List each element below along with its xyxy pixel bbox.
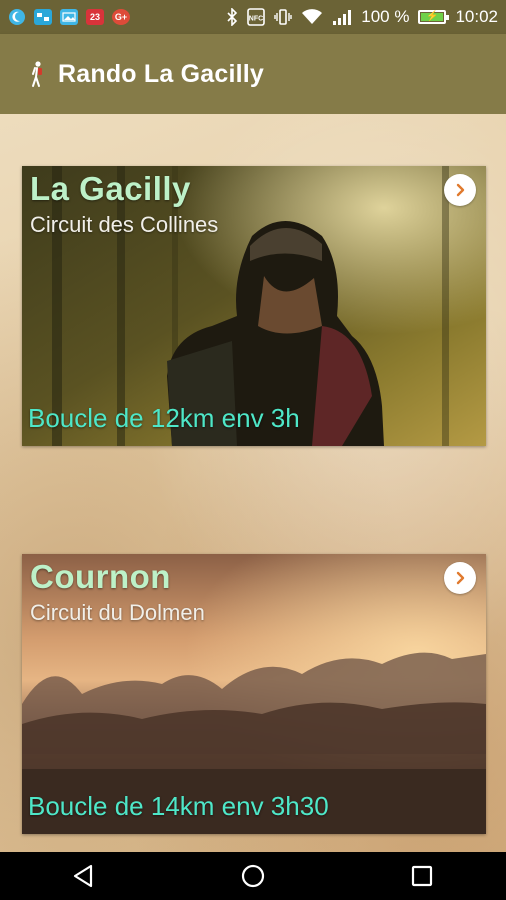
back-button[interactable] [54,852,114,900]
home-button[interactable] [223,852,283,900]
vibrate-icon [274,9,292,25]
open-route-button[interactable] [444,174,476,206]
battery-icon: ⚡ [418,10,450,24]
nfc-icon: NFC [247,8,266,26]
route-info: Boucle de 14km env 3h30 [28,791,329,821]
app-bar: Rando La Gacilly [0,34,506,114]
moon-notification-icon [8,9,26,25]
notification-icons: 23 G+ [8,9,130,25]
google-plus-label: G+ [114,12,128,22]
route-name: La Gacilly [30,170,191,207]
route-card-cournon[interactable]: Cournon Circuit du Dolmen Boucle de 14km… [22,554,486,834]
system-icons: NFC 100 % ⚡ 10:02 [226,7,498,27]
bluetooth-icon [227,8,238,26]
recents-button[interactable] [392,852,452,900]
route-info: Boucle de 12km env 3h [28,403,300,433]
navigation-bar [0,852,506,900]
google-plus-notification-icon: G+ [112,9,130,25]
chat-notification-icon [34,9,52,25]
open-route-button[interactable] [444,562,476,594]
calendar-notification-icon: 23 [86,9,104,25]
calendar-day-label: 23 [89,12,100,22]
signal-icon [333,10,352,25]
app-title: Rando La Gacilly [58,59,265,88]
chevron-right-icon [456,571,465,585]
route-circuit: Circuit des Collines [30,212,219,237]
status-bar: 23 G+ NFC 100 % ⚡ 10:02 [0,0,506,34]
svg-text:NFC: NFC [249,16,263,23]
photo-notification-icon [60,9,78,25]
route-card-la-gacilly[interactable]: La Gacilly Circuit des Collines Boucle d… [22,166,486,446]
battery-percent: 100 % [361,7,410,26]
home-icon [241,864,265,888]
recents-icon [411,865,432,887]
hiker-icon [32,61,42,87]
back-icon [74,864,93,888]
clock: 10:02 [455,7,498,26]
route-name: Cournon [30,558,171,595]
wifi-icon [302,9,323,24]
chevron-right-icon [456,183,465,197]
route-circuit: Circuit du Dolmen [30,600,205,625]
